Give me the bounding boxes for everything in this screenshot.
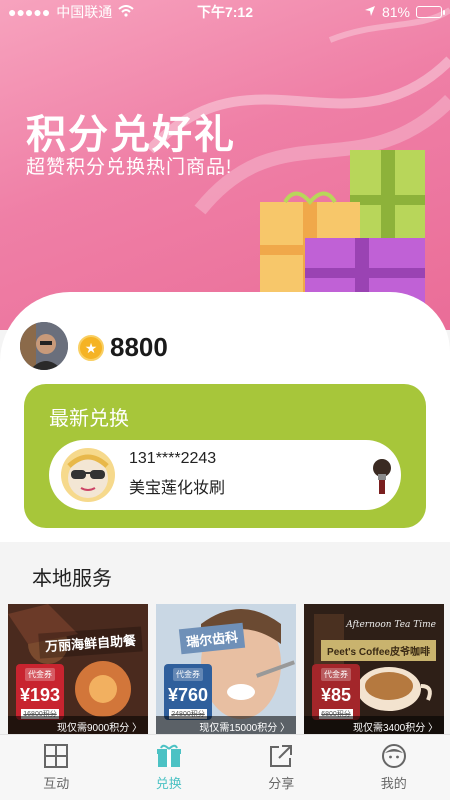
tab-label: 我的 <box>380 776 407 791</box>
voucher-value: ¥85 <box>320 685 352 705</box>
tab-label: 兑换 <box>155 776 182 791</box>
local-services-title: 本地服务 <box>32 568 112 590</box>
exchange-user-phone: 131****2243 <box>129 450 217 467</box>
wifi-icon <box>118 4 134 20</box>
carrier-label: 中国联通 <box>56 4 113 20</box>
service-tile-dental[interactable]: 瑞尔齿科 代金券 ¥760 24800积分 现仅需15000积分 〉 <box>156 604 296 734</box>
tab-label: 互动 <box>43 776 70 791</box>
signal-icon: ●●●●● <box>8 4 51 20</box>
voucher-badge: 代金券 ¥760 24800积分 <box>164 664 212 720</box>
profile-icon <box>381 744 406 768</box>
voucher-label: 代金券 <box>321 668 351 681</box>
tab-interact[interactable]: 互动 <box>0 735 113 800</box>
battery-percent: 81% <box>381 4 410 20</box>
voucher-value: ¥760 <box>167 685 209 705</box>
tab-profile[interactable]: 我的 <box>338 735 450 800</box>
exchange-price: 现仅需3400积分 〉 <box>304 716 444 734</box>
coin-star-icon: ★ <box>78 335 104 361</box>
tab-label: 分享 <box>268 776 295 791</box>
exchange-price: 现仅需15000积分 〉 <box>156 716 296 734</box>
voucher-value: ¥193 <box>19 685 61 705</box>
latest-exchange-title: 最新兑换 <box>49 408 129 430</box>
clock: 下午7:12 <box>196 4 254 20</box>
voucher-badge: 代金券 ¥193 16800积分 <box>16 664 64 720</box>
local-services-list: 万丽海鲜自助餐 代金券 ¥193 16800积分 现仅需9000积分 〉 瑞尔齿… <box>8 604 450 734</box>
hero-subtitle: 超赞积分兑换热门商品! <box>26 157 233 178</box>
service-name: Peet's Coffee皮爷咖啡 <box>321 640 436 661</box>
gift-icon <box>156 744 181 767</box>
tile-tagline: Afternoon Tea Time <box>346 620 436 630</box>
latest-exchange-panel: 最新兑换 131****2243 美宝莲化妆刷 <box>24 384 426 528</box>
exchange-prize-name: 美宝莲化妆刷 <box>129 480 226 497</box>
tab-share[interactable]: 分享 <box>225 735 338 800</box>
service-tile-coffee[interactable]: Afternoon Tea Time Peet's Coffee皮爷咖啡 代金券… <box>304 604 444 734</box>
service-tile-seafood[interactable]: 万丽海鲜自助餐 代金券 ¥193 16800积分 现仅需9000积分 〉 <box>8 604 148 734</box>
points-balance: 8800 <box>110 332 168 362</box>
gift-boxes-illustration <box>260 150 425 308</box>
voucher-label: 代金券 <box>173 668 203 681</box>
share-icon <box>270 745 293 767</box>
tab-exchange[interactable]: 兑换 <box>113 735 226 800</box>
exchange-price: 现仅需9000积分 〉 <box>8 716 148 734</box>
cartoon-avatar-icon <box>61 448 115 502</box>
bottom-tab-bar: 互动 兑换 分享 我的 <box>0 734 450 800</box>
battery-icon <box>416 6 445 18</box>
voucher-label: 代金券 <box>25 668 55 681</box>
location-icon <box>364 4 376 20</box>
voucher-badge: 代金券 ¥85 6800积分 <box>312 664 360 720</box>
latest-exchange-item[interactable]: 131****2243 美宝莲化妆刷 <box>49 440 401 510</box>
makeup-brush-icon <box>373 459 391 494</box>
grid-icon <box>44 744 69 768</box>
avatar[interactable] <box>20 322 68 370</box>
status-bar: ●●●●● 中国联通 下午7:12 81% <box>0 0 450 24</box>
